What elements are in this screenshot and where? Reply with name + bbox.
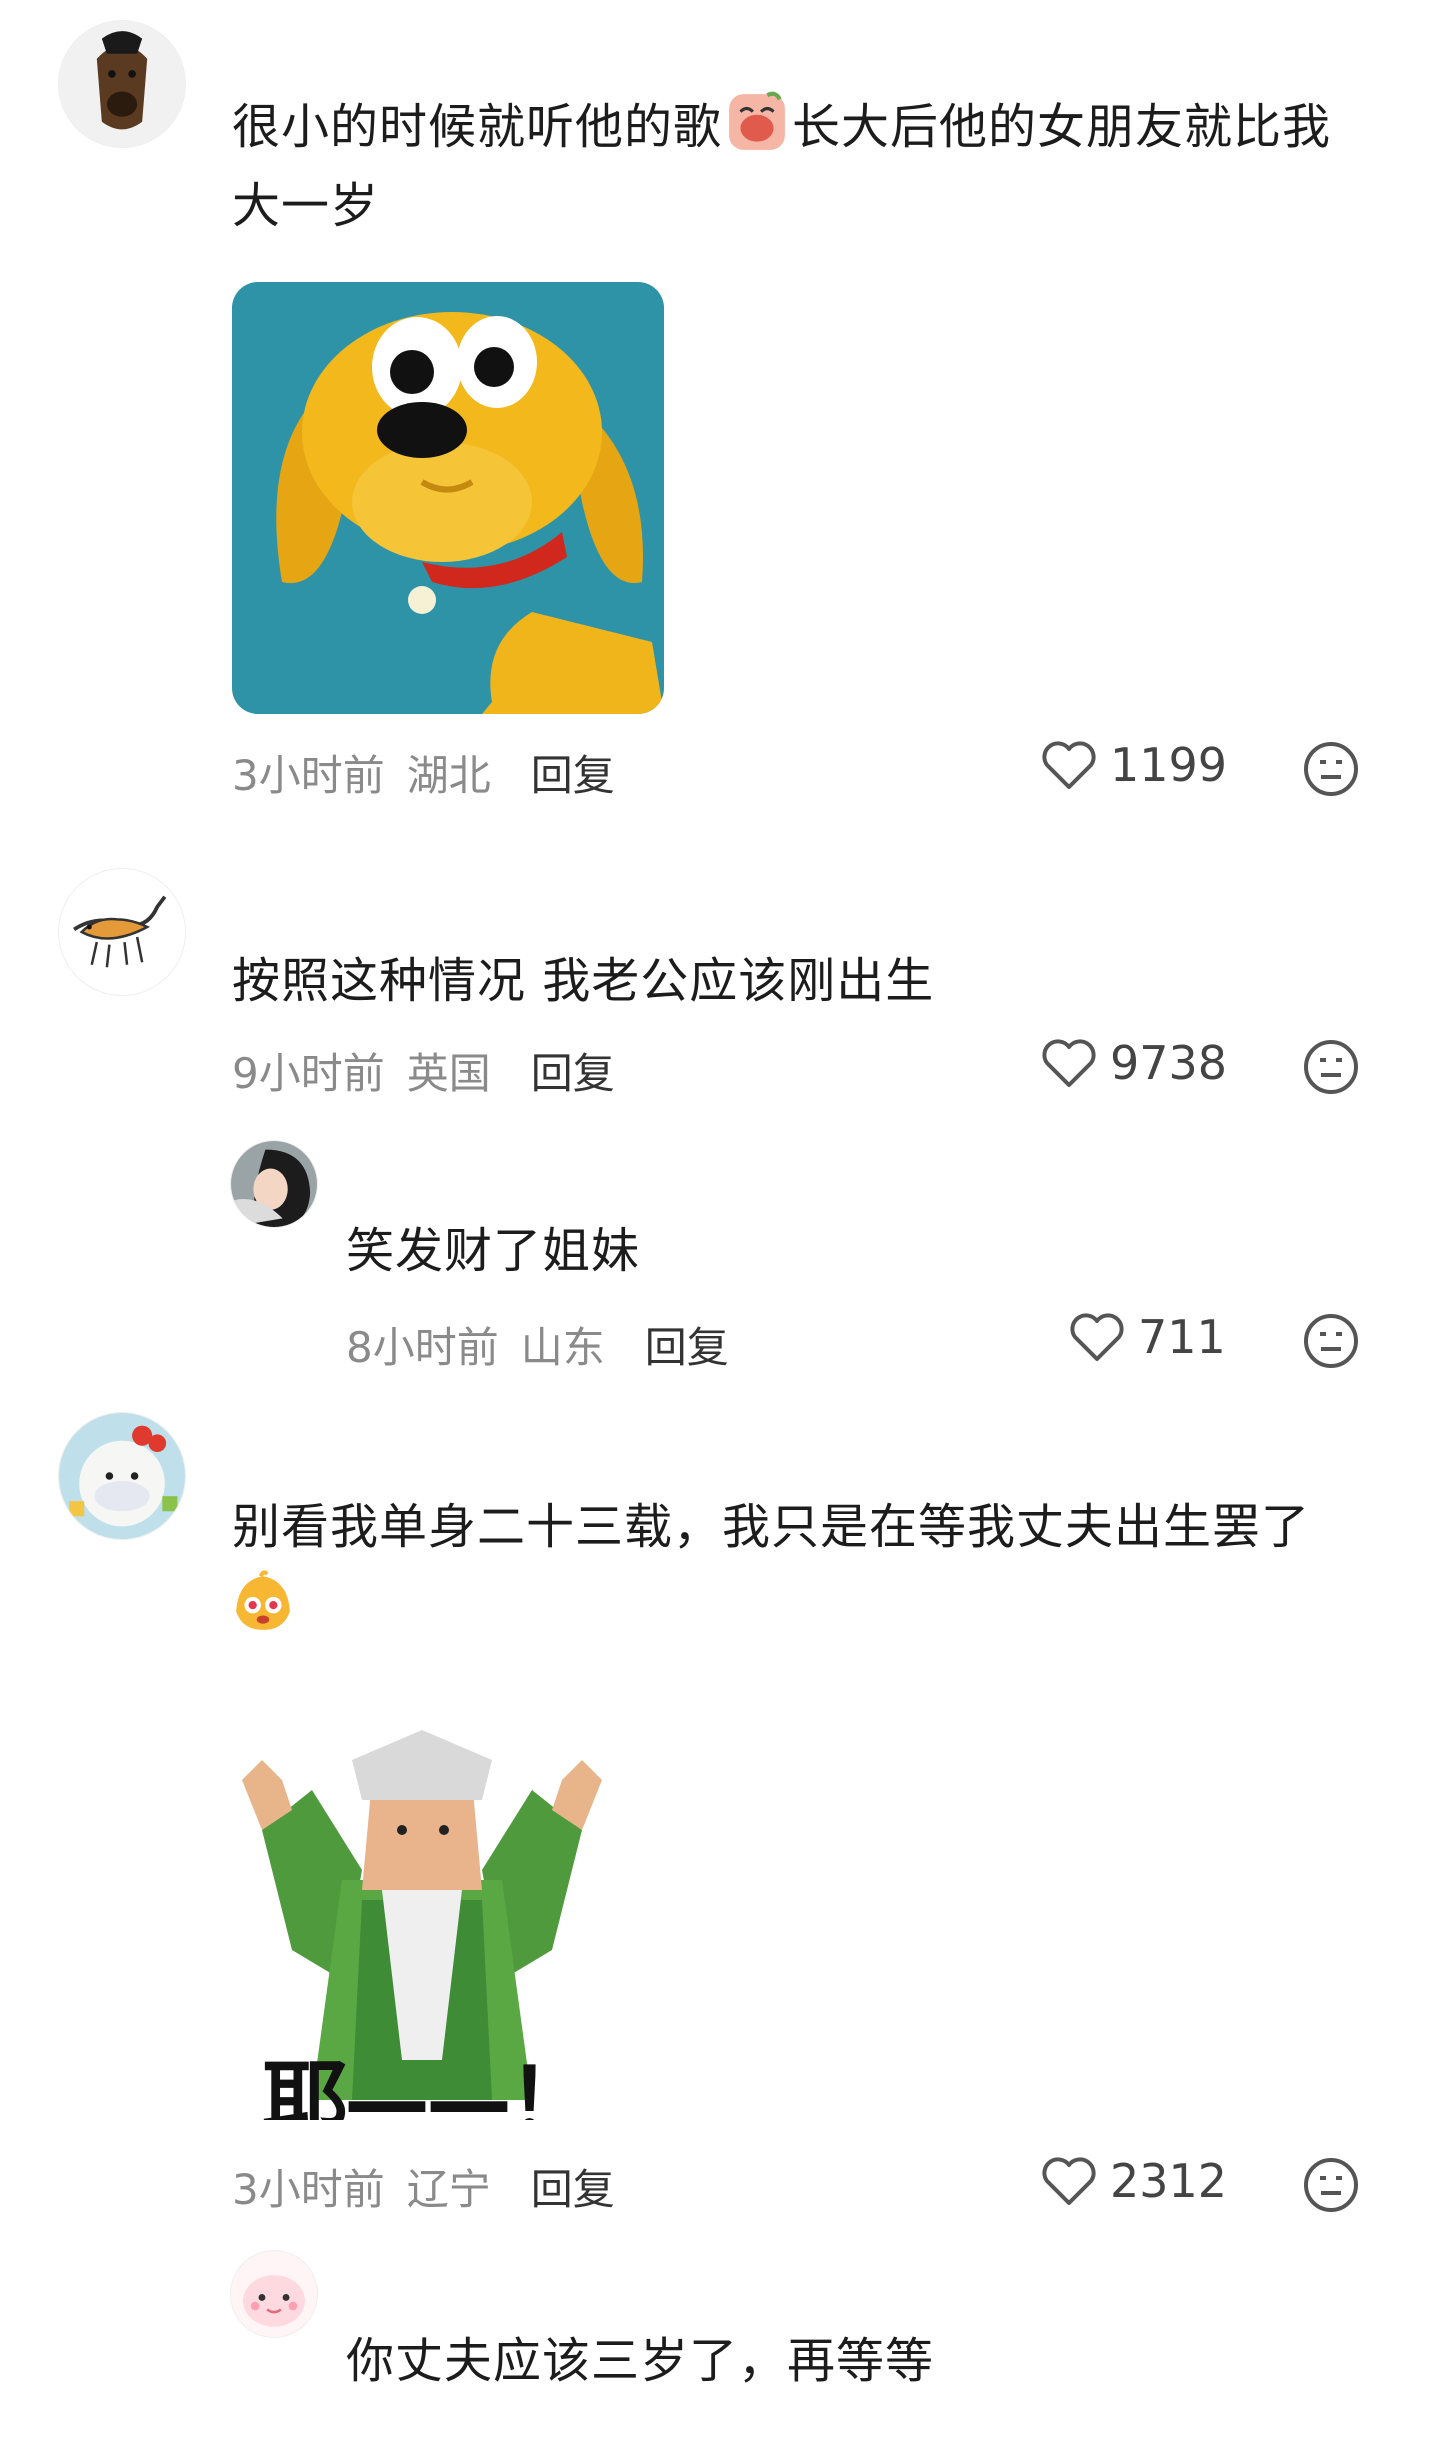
comment-meta: 3小时前 辽宁 回复 bbox=[232, 2156, 615, 2217]
like-count: 9738 bbox=[1110, 1036, 1228, 1090]
like-count: 1199 bbox=[1110, 738, 1228, 792]
girl-photo-avatar-icon bbox=[231, 1141, 317, 1227]
crying-face-emoji-icon bbox=[726, 91, 788, 153]
starry-eyes-emoji-icon bbox=[232, 1570, 294, 1632]
sticker-caption: 耶——！ bbox=[262, 2051, 594, 2120]
reply-button[interactable]: 回复 bbox=[531, 742, 615, 803]
avatar[interactable] bbox=[58, 868, 186, 996]
bird-sketch-avatar-icon bbox=[59, 869, 185, 995]
dislike-button[interactable] bbox=[1302, 740, 1360, 798]
neutral-face-icon bbox=[1304, 2158, 1358, 2212]
comment-meta: 8小时前 山东 回复 bbox=[346, 1314, 729, 1375]
like-count: 2312 bbox=[1110, 2154, 1228, 2208]
comment-meta: 9小时前 英国 回复 bbox=[232, 1040, 615, 1101]
dog-avatar-icon bbox=[59, 21, 185, 147]
comment-text: 很小的时候就听他的歌 长大后他的女朋友就比我 大一岁 bbox=[232, 88, 1382, 246]
reply-button[interactable]: 回复 bbox=[531, 2156, 615, 2217]
neutral-face-icon bbox=[1304, 1040, 1358, 1094]
avatar[interactable] bbox=[58, 1412, 186, 1540]
avatar[interactable] bbox=[230, 2250, 318, 2338]
comment-meta: 3小时前 湖北 回复 bbox=[232, 742, 615, 803]
neutral-face-icon bbox=[1304, 742, 1358, 796]
heart-icon bbox=[1042, 741, 1096, 789]
comment-text: 别看我单身二十三载，我只是在等我丈夫出生罢了 bbox=[232, 1488, 1392, 1646]
avatar[interactable] bbox=[230, 1140, 318, 1228]
pink-character-avatar-icon bbox=[231, 2251, 317, 2337]
location: 山东 bbox=[520, 1323, 605, 1372]
like-button[interactable]: 1199 bbox=[1040, 738, 1227, 792]
comment-text-part: 很小的时候就听他的歌 bbox=[232, 99, 723, 155]
neutral-face-icon bbox=[1304, 1314, 1358, 1368]
dislike-button[interactable] bbox=[1302, 1312, 1360, 1370]
like-button[interactable]: 9738 bbox=[1040, 1036, 1227, 1090]
yellow-cartoon-dog-icon bbox=[232, 282, 664, 714]
avatar[interactable] bbox=[58, 20, 186, 148]
location: 英国 bbox=[406, 1049, 491, 1098]
location: 辽宁 bbox=[406, 2165, 491, 2214]
sticker-image[interactable] bbox=[232, 282, 664, 714]
dislike-button[interactable] bbox=[1302, 1038, 1360, 1096]
reply-button[interactable]: 回复 bbox=[645, 1314, 729, 1375]
comment-text-part: 长大后他的女朋友就比我 bbox=[792, 99, 1332, 155]
comment-text-part: 大一岁 bbox=[232, 178, 380, 234]
reply-button[interactable]: 回复 bbox=[531, 1040, 615, 1101]
plush-toy-avatar-icon bbox=[59, 1413, 185, 1539]
heart-icon bbox=[1042, 2157, 1096, 2205]
heart-icon bbox=[1070, 1313, 1124, 1361]
dislike-button[interactable] bbox=[1302, 2156, 1360, 2214]
timestamp: 9小时前 bbox=[232, 1049, 385, 1098]
comment-text-part: 别看我单身二十三载，我只是在等我丈夫出生罢了 bbox=[232, 1499, 1311, 1555]
comment-text: 按照这种情况 我老公应该刚出生 bbox=[232, 953, 935, 1009]
heart-icon bbox=[1042, 1039, 1096, 1087]
sticker-image[interactable]: 耶——！ bbox=[232, 1720, 612, 2120]
timestamp: 3小时前 bbox=[232, 751, 385, 800]
like-count: 711 bbox=[1138, 1310, 1226, 1364]
timestamp: 8小时前 bbox=[346, 1323, 499, 1372]
like-button[interactable]: 2312 bbox=[1040, 2154, 1227, 2208]
comment-text: 你丈夫应该三岁了，再等等 bbox=[346, 2333, 935, 2389]
timestamp: 3小时前 bbox=[232, 2165, 385, 2214]
like-button[interactable]: 711 bbox=[1068, 1310, 1226, 1364]
comment-text: 笑发财了姐妹 bbox=[346, 1223, 641, 1279]
location: 湖北 bbox=[406, 751, 491, 800]
